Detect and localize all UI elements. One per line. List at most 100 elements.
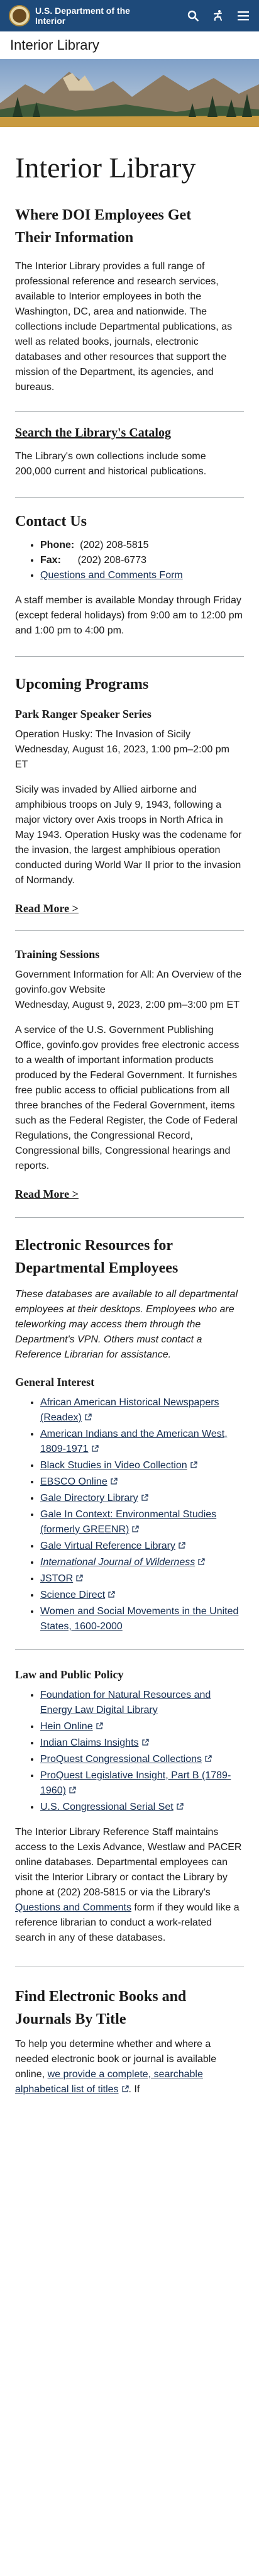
electronic-heading: Electronic Resources for Departmental Em…: [15, 1237, 179, 1276]
list-item: Black Studies in Video Collection: [40, 1458, 244, 1473]
external-link-icon: [110, 1478, 118, 1485]
database-link[interactable]: Black Studies in Video Collection: [40, 1460, 187, 1471]
divider: [15, 930, 244, 931]
contact-hours: A staff member is available Monday throu…: [15, 595, 243, 636]
divider: [15, 656, 244, 657]
list-item: Hein Online: [40, 1719, 244, 1734]
database-link[interactable]: EBSCO Online: [40, 1476, 107, 1487]
questions-comments-link[interactable]: Questions and Comments: [15, 1902, 131, 1913]
general-interest-list: African American Historical Newspapers (…: [15, 1395, 244, 1634]
database-link[interactable]: International Journal of Wilderness: [40, 1557, 195, 1568]
external-link-icon: [141, 1739, 149, 1746]
divider: [15, 411, 244, 412]
database-link[interactable]: U.S. Congressional Serial Set: [40, 1802, 174, 1812]
external-link-icon: [141, 1494, 148, 1502]
external-link-icon: [107, 1591, 115, 1598]
database-link[interactable]: Gale In Context: Environmental Studies (…: [40, 1509, 216, 1535]
main-content: Interior Library Where DOI Employees Get…: [0, 151, 259, 2097]
list-item: Gale Directory Library: [40, 1491, 244, 1506]
external-link-icon: [131, 1525, 139, 1533]
divider: [15, 1217, 244, 1218]
accessibility-icon[interactable]: [211, 9, 225, 23]
training-event-date: Wednesday, August 9, 2023, 2:00 pm–3:00 …: [15, 1000, 240, 1010]
list-item: JSTOR: [40, 1571, 244, 1586]
ebooks-text: To help you determine whether and where …: [15, 2037, 244, 2097]
speaker-read-more-link[interactable]: Read More >: [15, 902, 79, 915]
intro-heading: Where DOI Employees Get Their Informatio…: [15, 207, 192, 246]
page-title: Interior Library: [15, 152, 196, 184]
contact-list: Phone: (202) 208-5815 Fax: (202) 208-677…: [15, 538, 244, 583]
contact-fax: Fax: (202) 208-6773: [40, 553, 244, 568]
catalog-search-link[interactable]: Search the Library's Catalog: [15, 426, 171, 440]
menu-icon[interactable]: [236, 9, 250, 23]
training-read-more-link[interactable]: Read More >: [15, 1188, 79, 1200]
agency-name-line1: U.S. Department of the: [35, 6, 130, 16]
database-link[interactable]: Foundation for Natural Resources and Ene…: [40, 1690, 211, 1715]
list-item: U.S. Congressional Serial Set: [40, 1800, 244, 1815]
questions-comments-form-link[interactable]: Questions and Comments Form: [40, 570, 183, 581]
fax-label: Fax:: [40, 555, 61, 566]
speaker-event-title: Operation Husky: The Invasion of Sicily: [15, 729, 190, 740]
section-title[interactable]: Interior Library: [10, 37, 99, 53]
training-event-text: A service of the U.S. Government Publish…: [15, 1025, 240, 1171]
ebooks-text-end: . If: [128, 2084, 140, 2095]
agency-brand[interactable]: U.S. Department of the Interior: [9, 5, 186, 26]
list-item: ProQuest Legislative Insight, Part B (17…: [40, 1768, 244, 1798]
agency-name-line2: Interior: [35, 16, 66, 26]
external-link-icon: [204, 1755, 212, 1763]
list-item: Foundation for Natural Resources and Ene…: [40, 1688, 244, 1718]
external-link-icon: [178, 1542, 185, 1549]
catalog-section: Search the Library's Catalog The Library…: [15, 426, 244, 479]
contact-section: Contact Us Phone: (202) 208-5815 Fax: (2…: [15, 510, 244, 638]
database-link[interactable]: Gale Directory Library: [40, 1493, 138, 1503]
list-item: African American Historical Newspapers (…: [40, 1395, 244, 1425]
catalog-text: The Library's own collections include so…: [15, 451, 207, 477]
list-item: Gale In Context: Environmental Studies (…: [40, 1507, 244, 1537]
ebooks-section: Find Electronic Books and Journals By Ti…: [15, 1985, 244, 2097]
database-link[interactable]: African American Historical Newspapers (…: [40, 1397, 219, 1423]
section-title-bar: Interior Library: [0, 31, 259, 59]
external-link-icon: [121, 2085, 129, 2093]
divider: [15, 497, 244, 498]
speaker-event-date: Wednesday, August 16, 2023, 1:00 pm–2:00…: [15, 744, 229, 770]
external-link-icon: [69, 1787, 76, 1794]
agency-name: U.S. Department of the Interior: [35, 6, 130, 26]
database-link[interactable]: Science Direct: [40, 1590, 105, 1600]
database-link[interactable]: Hein Online: [40, 1721, 93, 1732]
contact-form-item: Questions and Comments Form: [40, 568, 244, 583]
database-link[interactable]: ProQuest Congressional Collections: [40, 1754, 202, 1765]
electronic-note: These databases are available to all dep…: [15, 1289, 238, 1360]
external-link-icon: [84, 1413, 92, 1421]
programs-heading: Upcoming Programs: [15, 676, 149, 693]
phone-number: (202) 208-5815: [80, 540, 149, 550]
programs-section: Upcoming Programs Park Ranger Speaker Se…: [15, 673, 244, 1201]
training-event-title: Government Information for All: An Overv…: [15, 969, 242, 995]
external-link-icon: [197, 1558, 205, 1566]
database-link[interactable]: Indian Claims Insights: [40, 1737, 139, 1748]
reference-text-start: The Interior Library Reference Staff mai…: [15, 1827, 242, 1898]
search-icon[interactable]: [186, 9, 200, 23]
list-item: American Indians and the American West, …: [40, 1427, 244, 1457]
hero-landscape-image: [0, 59, 259, 127]
list-item: EBSCO Online: [40, 1475, 244, 1490]
doi-seal-logo: [9, 5, 30, 26]
database-link[interactable]: American Indians and the American West, …: [40, 1429, 228, 1454]
fax-number: (202) 208-6773: [77, 555, 146, 566]
list-item: Indian Claims Insights: [40, 1736, 244, 1751]
site-header: U.S. Department of the Interior: [0, 0, 259, 31]
phone-label: Phone:: [40, 540, 75, 550]
electronic-resources-section: Electronic Resources for Departmental Em…: [15, 1234, 244, 1946]
database-link[interactable]: Gale Virtual Reference Library: [40, 1541, 175, 1551]
list-item: Women and Social Movements in the United…: [40, 1604, 244, 1634]
list-item: Science Direct: [40, 1588, 244, 1603]
law-policy-list: Foundation for Natural Resources and Ene…: [15, 1688, 244, 1815]
list-item: International Journal of Wilderness: [40, 1555, 244, 1570]
database-link[interactable]: JSTOR: [40, 1573, 73, 1584]
database-link[interactable]: Women and Social Movements in the United…: [40, 1606, 238, 1632]
external-link-icon: [96, 1722, 103, 1730]
reference-staff-text: The Interior Library Reference Staff mai…: [15, 1825, 244, 1946]
ebooks-heading: Find Electronic Books and Journals By Ti…: [15, 1988, 187, 2027]
external-link-icon: [75, 1575, 83, 1582]
external-link-icon: [91, 1445, 99, 1452]
divider: [15, 1649, 244, 1650]
